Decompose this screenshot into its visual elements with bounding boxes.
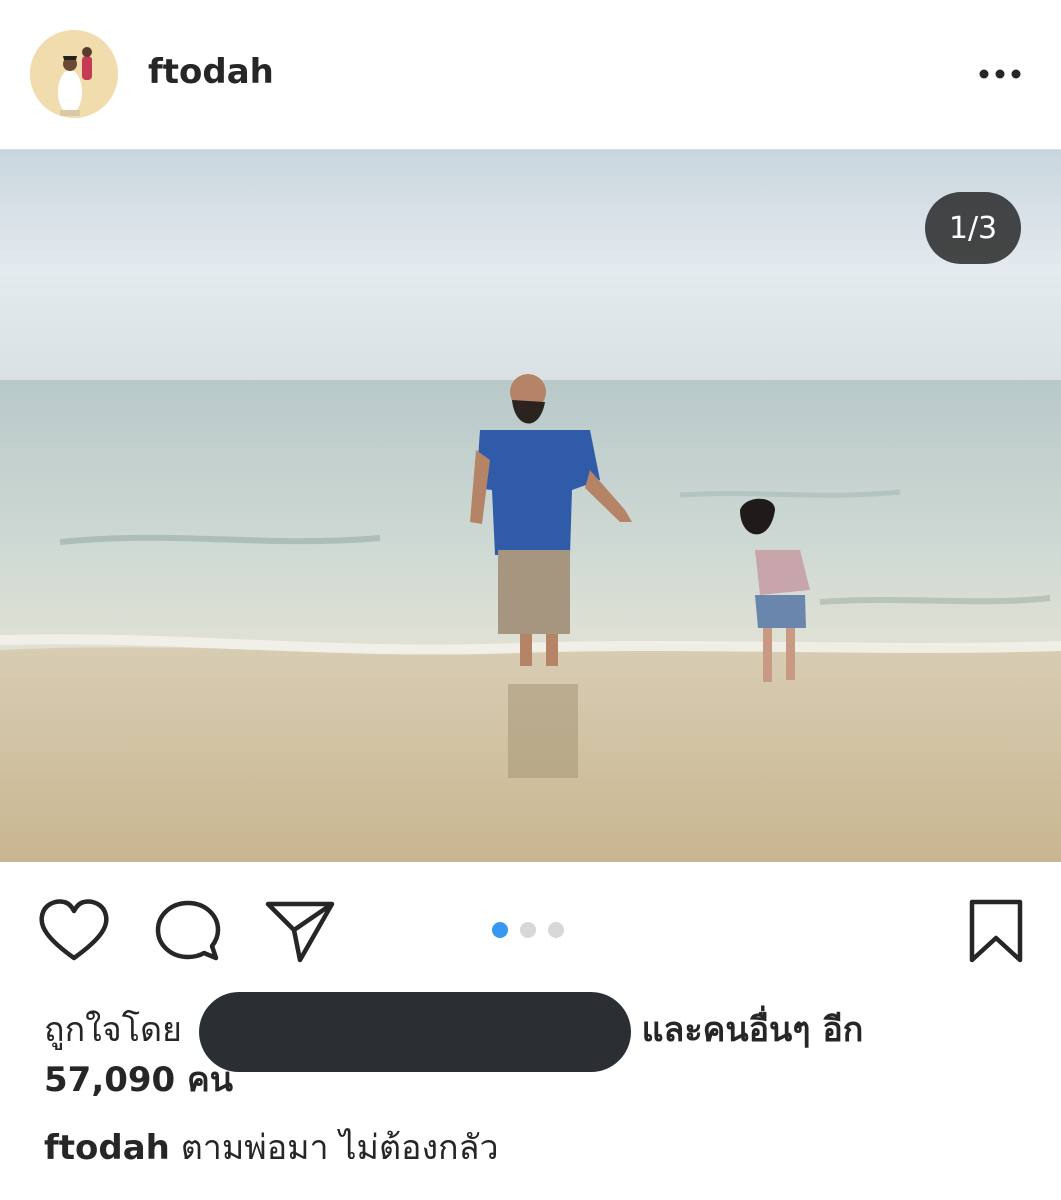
likes-suffix[interactable]: และคนอื่นๆ อีก (642, 1010, 864, 1050)
save-button[interactable] (966, 898, 1026, 964)
carousel-dot-2 (520, 922, 536, 938)
more-options-button[interactable] (976, 60, 1024, 88)
like-button[interactable] (38, 898, 110, 964)
caption-text: ตามพ่อมา ไม่ต้องกลัว (180, 1128, 499, 1168)
heart-icon (39, 899, 109, 961)
likes-summary: ถูกใจโดย และคนอื่นๆ อีก 57,090 คน (44, 991, 1004, 1104)
comment-button[interactable] (154, 898, 222, 964)
share-button[interactable] (264, 898, 336, 964)
carousel-dot-3 (548, 922, 564, 938)
avatar[interactable] (30, 30, 118, 118)
likes-count[interactable]: 57,090 คน (44, 1060, 233, 1100)
likes-prefix: ถูกใจโดย (44, 1010, 182, 1050)
post-photo[interactable] (0, 150, 1061, 862)
redacted-username (198, 991, 631, 1072)
image-counter-badge: 1/3 (925, 192, 1021, 264)
post-username[interactable]: ftodah (148, 52, 274, 92)
carousel-indicator (492, 922, 564, 938)
carousel-dot-1 (492, 922, 508, 938)
more-horizontal-icon (979, 69, 1021, 79)
bookmark-icon (969, 899, 1023, 963)
caption-username[interactable]: ftodah (44, 1128, 170, 1168)
post-caption: ftodah ตามพ่อมา ไม่ต้องกลัว (44, 1124, 499, 1172)
action-bar (0, 870, 1061, 980)
avatar-image (30, 30, 118, 118)
comment-bubble-icon (155, 900, 221, 961)
post-header: ftodah (0, 0, 1061, 150)
beach-photo (0, 150, 1061, 862)
paper-plane-icon (265, 901, 335, 963)
